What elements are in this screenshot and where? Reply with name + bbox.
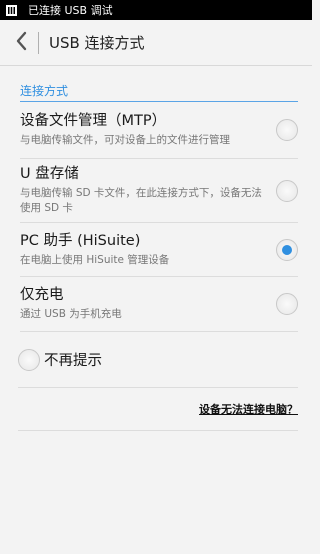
help-row: 设备无法连接电脑？ — [18, 388, 298, 431]
radio-usb-storage[interactable] — [276, 179, 298, 202]
no-prompt-checkbox[interactable] — [18, 348, 40, 371]
option-title: 设备文件管理（MTP） — [20, 113, 167, 129]
status-bar: 已连接 USB 调试 — [0, 0, 312, 20]
option-description: 与电脑传输 SD 卡文件，在此连接方式下，设备无法使用 SD 卡 — [20, 187, 262, 214]
option-description: 在电脑上使用 HiSuite 管理设备 — [20, 253, 170, 266]
option-hisuite[interactable]: PC 助手 (HiSuite) 在电脑上使用 HiSuite 管理设备 — [20, 223, 298, 277]
option-mtp[interactable]: 设备文件管理（MTP） 与电脑传输文件，可对设备上的文件进行管理 — [20, 102, 298, 159]
status-text: 已连接 USB 调试 — [28, 4, 113, 17]
page-title: USB 连接方式 — [49, 34, 145, 52]
option-title: 仅充电 — [20, 287, 64, 303]
title-bar: USB 连接方式 — [0, 20, 312, 66]
option-title: PC 助手 (HiSuite) — [20, 232, 141, 249]
chevron-left-icon — [15, 31, 27, 55]
radio-mtp[interactable] — [276, 119, 298, 141]
section-header: 连接方式 — [20, 82, 298, 102]
option-title: U 盘存储 — [20, 166, 79, 182]
radio-hisuite[interactable] — [276, 238, 298, 261]
option-usb-storage[interactable]: U 盘存储 与电脑传输 SD 卡文件，在此连接方式下，设备无法使用 SD 卡 — [20, 159, 298, 223]
title-divider — [38, 31, 39, 54]
option-description: 通过 USB 为手机充电 — [20, 308, 122, 320]
no-prompt-label: 不再提示 — [44, 353, 102, 369]
option-description: 与电脑传输文件，可对设备上的文件进行管理 — [20, 134, 230, 146]
radio-charge-only[interactable] — [276, 293, 298, 315]
back-button[interactable] — [6, 20, 36, 66]
no-prompt-row[interactable]: 不再提示 — [18, 332, 298, 388]
option-charge-only[interactable]: 仅充电 通过 USB 为手机充电 — [20, 277, 298, 332]
usb-debug-icon — [6, 4, 18, 16]
help-link[interactable]: 设备无法连接电脑？ — [199, 401, 298, 417]
